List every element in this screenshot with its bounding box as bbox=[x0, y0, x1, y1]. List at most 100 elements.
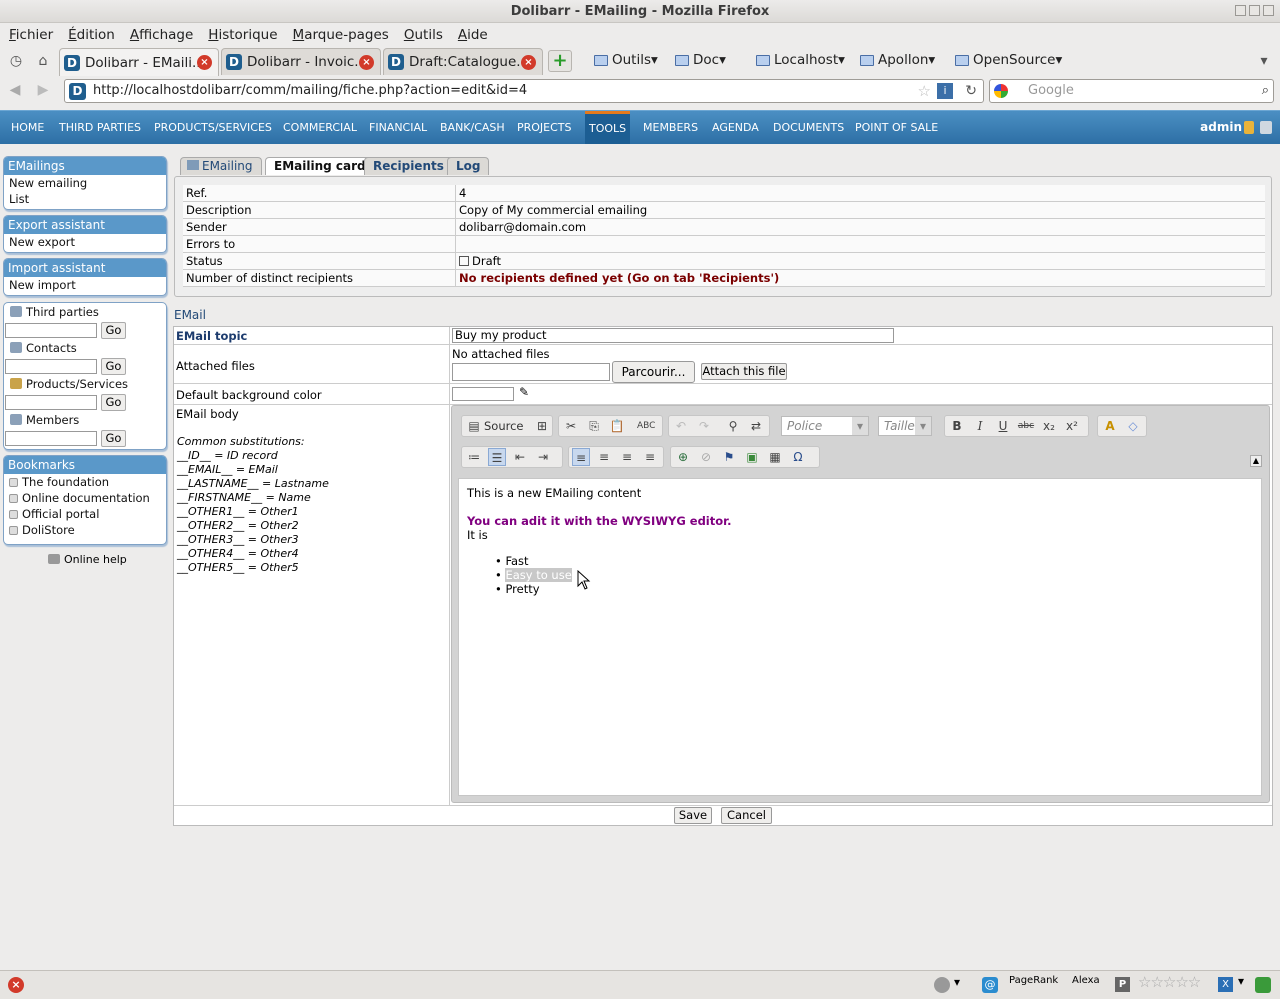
bookmark-the-foundation[interactable]: The foundation bbox=[4, 474, 166, 490]
left-menu-title[interactable]: EMailings bbox=[4, 157, 166, 175]
source-button[interactable]: Source bbox=[484, 419, 524, 433]
reload-icon[interactable]: ↻ bbox=[965, 80, 977, 102]
menu-marque-pages[interactable]: Marque-pages bbox=[293, 27, 389, 43]
subscript-icon[interactable]: x₂ bbox=[1040, 417, 1058, 435]
bookmark-official-portal[interactable]: Official portal bbox=[4, 506, 166, 522]
menu-members[interactable]: MEMBERS bbox=[641, 111, 700, 144]
editor-content-area[interactable]: This is a new EMailing content You can a… bbox=[458, 478, 1262, 796]
bookmark-folder-opensource[interactable]: OpenSource ▾ bbox=[955, 52, 1062, 68]
tab-log[interactable]: Log bbox=[447, 157, 490, 175]
strikethrough-icon[interactable]: abc bbox=[1017, 417, 1035, 435]
indent-icon[interactable]: ⇥ bbox=[534, 448, 552, 466]
align-center-icon[interactable]: ≡ bbox=[595, 448, 613, 466]
menu-projects[interactable]: PROJECTS bbox=[515, 111, 574, 144]
size-dropdown[interactable]: Taille ▾ bbox=[878, 416, 932, 436]
menu-products-services[interactable]: PRODUCTS/SERVICES bbox=[152, 111, 274, 144]
bulleted-list-icon[interactable]: ☰ bbox=[488, 448, 506, 466]
attach-file-button[interactable]: Attach this file bbox=[701, 363, 787, 380]
menu-commercial[interactable]: COMMERCIAL bbox=[281, 111, 359, 144]
spellcheck-icon[interactable]: ABC bbox=[637, 417, 655, 435]
lock-icon[interactable] bbox=[1244, 121, 1254, 134]
bookmark-folder-doc[interactable]: Doc ▾ bbox=[675, 52, 726, 68]
menu-aide[interactable]: Aide bbox=[458, 27, 488, 43]
menu-documents[interactable]: DOCUMENTS bbox=[771, 111, 846, 144]
topic-input[interactable]: Buy my product bbox=[452, 328, 894, 343]
menu-historique[interactable]: Historique bbox=[208, 27, 277, 43]
left-menu-title[interactable]: Bookmarks bbox=[4, 456, 166, 474]
source-icon[interactable]: ▤ bbox=[465, 417, 483, 435]
italic-icon[interactable]: I bbox=[971, 417, 989, 435]
go-button[interactable]: Go bbox=[101, 322, 126, 339]
bold-icon[interactable]: B bbox=[948, 417, 966, 435]
link-icon[interactable]: ⊕ bbox=[674, 448, 692, 466]
print-icon[interactable] bbox=[1260, 121, 1272, 134]
bookmark-star-icon[interactable]: ☆ bbox=[918, 80, 931, 102]
menu-bank-cash[interactable]: BANK/CASH bbox=[438, 111, 507, 144]
menu-outils[interactable]: Outils bbox=[404, 27, 443, 43]
bookmark-dolistore[interactable]: DoliStore bbox=[4, 522, 166, 538]
left-menu-list[interactable]: List bbox=[4, 191, 166, 207]
replace-icon[interactable]: ⇄ bbox=[747, 417, 765, 435]
anchor-flag-icon[interactable]: ⚑ bbox=[720, 448, 738, 466]
undo-icon[interactable]: ↶ bbox=[672, 417, 690, 435]
at-icon[interactable]: @ bbox=[982, 977, 998, 993]
justify-icon[interactable]: ≡ bbox=[641, 448, 659, 466]
redo-icon[interactable]: ↷ bbox=[695, 417, 713, 435]
color-picker-icon[interactable]: ✎ bbox=[519, 385, 529, 399]
bookmark-online-documentation[interactable]: Online documentation bbox=[4, 490, 166, 506]
user-login[interactable]: admin bbox=[1200, 111, 1242, 144]
file-path-input[interactable] bbox=[452, 363, 610, 381]
left-menu-title[interactable]: Export assistant bbox=[4, 216, 166, 234]
browser-tab-draft[interactable]: D Draft:Catalogue... × bbox=[383, 48, 543, 75]
left-menu-new-emailing[interactable]: New emailing bbox=[4, 175, 166, 191]
left-menu-new-import[interactable]: New import bbox=[4, 277, 166, 293]
home-icon[interactable]: ⌂ bbox=[34, 52, 52, 70]
bookmark-folder-apollon[interactable]: Apollon ▾ bbox=[860, 52, 935, 68]
online-help-link[interactable]: Online help bbox=[48, 553, 127, 566]
menu-affichage[interactable]: Affichage bbox=[130, 27, 193, 43]
unlink-icon[interactable]: ⊘ bbox=[697, 448, 715, 466]
back-icon[interactable]: ◀ bbox=[6, 81, 24, 99]
text-color-icon[interactable]: A bbox=[1101, 417, 1119, 435]
forward-icon[interactable]: ▶ bbox=[34, 81, 52, 99]
align-right-icon[interactable]: ≡ bbox=[618, 448, 636, 466]
browser-tab-emailing[interactable]: D Dolibarr - EMaili... × bbox=[59, 48, 219, 76]
tab-emailing-card[interactable]: EMailing card bbox=[265, 157, 375, 175]
chevron-down-icon[interactable]: ▾ bbox=[1238, 974, 1244, 988]
underline-icon[interactable]: U bbox=[994, 417, 1012, 435]
menu-fichier[interactable]: Fichier bbox=[9, 27, 53, 43]
paste-icon[interactable]: 📋 bbox=[608, 417, 626, 435]
bookmark-folder-localhost[interactable]: Localhost ▾ bbox=[756, 52, 845, 68]
history-icon[interactable]: ◷ bbox=[7, 52, 25, 70]
chevron-down-icon[interactable]: ▾ bbox=[954, 975, 960, 989]
go-button[interactable]: Go bbox=[101, 358, 126, 375]
addon-icon[interactable] bbox=[1255, 977, 1271, 993]
image-icon[interactable]: ▣ bbox=[743, 448, 761, 466]
close-tab-icon[interactable]: × bbox=[521, 55, 536, 70]
browser-tab-invoice[interactable]: D Dolibarr - Invoic... × bbox=[221, 48, 381, 75]
x-addon-icon[interactable]: X bbox=[1218, 977, 1233, 992]
menu-tools[interactable]: TOOLS bbox=[585, 111, 631, 144]
cut-icon[interactable]: ✂ bbox=[562, 417, 580, 435]
cancel-button[interactable]: Cancel bbox=[721, 807, 772, 824]
go-button[interactable]: Go bbox=[101, 394, 126, 411]
special-char-icon[interactable]: Ω bbox=[789, 448, 807, 466]
menu-edition[interactable]: Édition bbox=[68, 27, 115, 43]
menu-point-of-sale[interactable]: POINT OF SALE bbox=[853, 111, 940, 144]
search-products-input[interactable] bbox=[5, 395, 97, 410]
align-left-icon[interactable]: ≡ bbox=[572, 448, 590, 466]
new-tab-button[interactable]: + bbox=[548, 50, 572, 72]
minimize-icon[interactable] bbox=[1235, 5, 1246, 16]
p-icon[interactable]: P bbox=[1115, 977, 1130, 992]
left-menu-title[interactable]: Import assistant bbox=[4, 259, 166, 277]
find-icon[interactable]: ⚲ bbox=[724, 417, 742, 435]
close-tab-icon[interactable]: × bbox=[197, 55, 212, 70]
menu-home[interactable]: HOME bbox=[9, 111, 46, 144]
templates-icon[interactable]: ⊞ bbox=[533, 417, 551, 435]
numbered-list-icon[interactable]: ≔ bbox=[465, 448, 483, 466]
bookmark-folder-outils[interactable]: Outils ▾ bbox=[594, 52, 658, 68]
left-menu-new-export[interactable]: New export bbox=[4, 234, 166, 250]
list-all-tabs-icon[interactable]: ▾ bbox=[1255, 52, 1273, 70]
outdent-icon[interactable]: ⇤ bbox=[511, 448, 529, 466]
go-button[interactable]: Go bbox=[101, 430, 126, 447]
